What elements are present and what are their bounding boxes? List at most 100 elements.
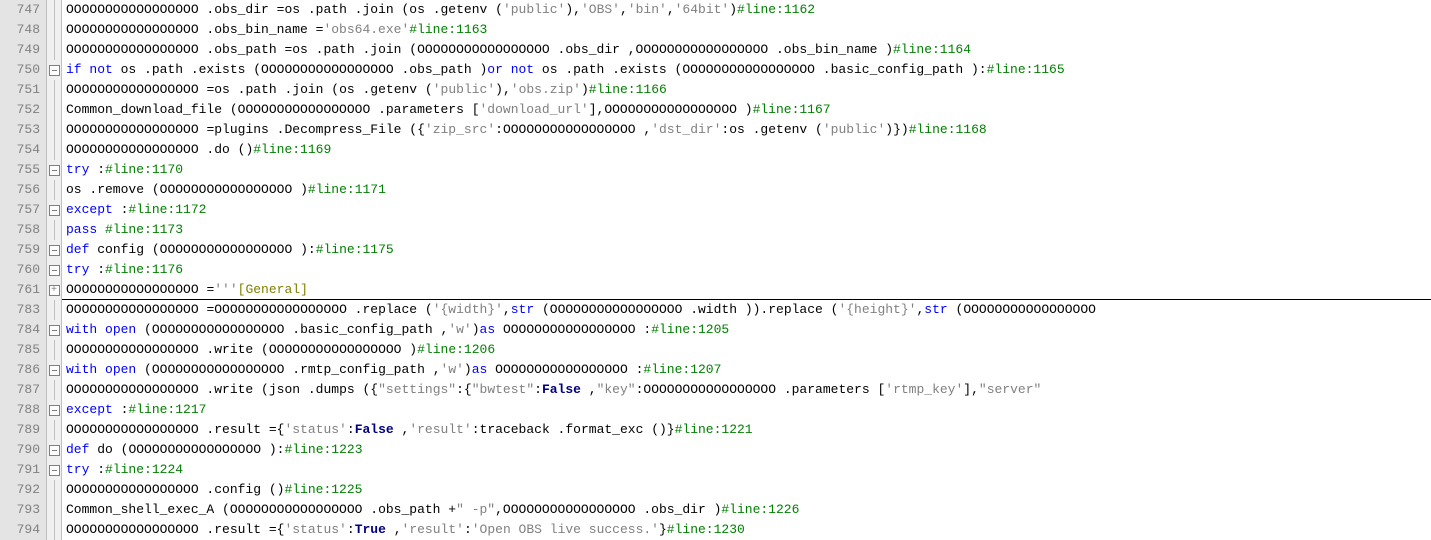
fold-collapse-icon[interactable] bbox=[47, 260, 61, 280]
token-cm: #line:1226 bbox=[721, 502, 799, 517]
token-cm: #line:1223 bbox=[284, 442, 362, 457]
code-area[interactable]: OOOOOOOOOOOOOOOOO .obs_dir =os .path .jo… bbox=[62, 0, 1431, 540]
token-kw: open bbox=[105, 362, 144, 377]
token-op: () bbox=[269, 482, 285, 497]
code-line[interactable]: Common_shell_exec_A (OOOOOOOOOOOOOOOOO .… bbox=[62, 500, 1431, 520]
token-str: 'public' bbox=[823, 122, 885, 137]
code-line[interactable]: OOOOOOOOOOOOOOOOO .result ={'status':Tru… bbox=[62, 520, 1431, 540]
fold-collapse-icon[interactable] bbox=[47, 240, 61, 260]
token-op: () bbox=[238, 142, 254, 157]
fold-collapse-icon[interactable] bbox=[47, 440, 61, 460]
line-number: 783 bbox=[0, 300, 46, 320]
token-op: ) bbox=[472, 322, 480, 337]
fold-collapse-icon[interactable] bbox=[47, 400, 61, 420]
token-id: OOOOOOOOOOOOOOOOO bbox=[66, 122, 206, 137]
code-line[interactable]: pass #line:1173 bbox=[62, 220, 1431, 240]
token-op: : bbox=[97, 262, 105, 277]
token-kw: as bbox=[472, 362, 495, 377]
token-op: ( bbox=[152, 242, 160, 257]
token-str: 'dst_dir' bbox=[651, 122, 721, 137]
token-id: os bbox=[542, 62, 565, 77]
code-line[interactable]: OOOOOOOOOOOOOOOOO .obs_bin_name ='obs64.… bbox=[62, 20, 1431, 40]
code-line[interactable]: OOOOOOOOOOOOOOOOO .config ()#line:1225 bbox=[62, 480, 1431, 500]
fold-collapse-icon[interactable] bbox=[47, 460, 61, 480]
token-kw: open bbox=[105, 322, 144, 337]
token-op: ], bbox=[963, 382, 979, 397]
token-id: os bbox=[66, 182, 89, 197]
fold-collapse-icon[interactable] bbox=[47, 60, 61, 80]
code-line[interactable]: os .remove (OOOOOOOOOOOOOOOOO )#line:117… bbox=[62, 180, 1431, 200]
token-id: OOOOOOOOOOOOOOOOO .write bbox=[66, 382, 261, 397]
code-line[interactable]: Common_download_file (OOOOOOOOOOOOOOOOO … bbox=[62, 100, 1431, 120]
code-line[interactable]: OOOOOOOOOOOOOOOOO =plugins .Decompress_F… bbox=[62, 120, 1431, 140]
token-op: , bbox=[628, 42, 636, 57]
token-kw: try bbox=[66, 162, 97, 177]
fold-guide bbox=[47, 20, 61, 40]
token-kw: except bbox=[66, 202, 121, 217]
code-line[interactable]: try :#line:1176 bbox=[62, 260, 1431, 280]
code-line[interactable]: OOOOOOOOOOOOOOOOO ='''[General] bbox=[62, 280, 1431, 300]
fold-collapse-icon[interactable] bbox=[47, 360, 61, 380]
code-line[interactable]: OOOOOOOOOOOOOOOOO .do ()#line:1169 bbox=[62, 140, 1431, 160]
code-line[interactable]: except :#line:1217 bbox=[62, 400, 1431, 420]
token-kw: str bbox=[511, 302, 542, 317]
token-op: : bbox=[534, 382, 542, 397]
fold-collapse-icon[interactable] bbox=[47, 160, 61, 180]
fold-gutter[interactable] bbox=[47, 0, 62, 540]
code-line[interactable]: OOOOOOOOOOOOOOOOO .write (OOOOOOOOOOOOOO… bbox=[62, 340, 1431, 360]
fold-collapse-icon[interactable] bbox=[47, 320, 61, 340]
code-editor[interactable]: 7477487497507517527537547557567577587597… bbox=[0, 0, 1431, 540]
token-id: os bbox=[292, 42, 315, 57]
line-number-gutter: 7477487497507517527537547557567577587597… bbox=[0, 0, 47, 540]
fold-guide bbox=[47, 380, 61, 400]
token-op: ( bbox=[815, 122, 823, 137]
token-cm: #line:1207 bbox=[643, 362, 721, 377]
code-line[interactable]: with open (OOOOOOOOOOOOOOOOO .rmtp_confi… bbox=[62, 360, 1431, 380]
code-line[interactable]: OOOOOOOOOOOOOOOOO =os .path .join (os .g… bbox=[62, 80, 1431, 100]
token-id: .getenv bbox=[363, 82, 425, 97]
code-line[interactable]: OOOOOOOOOOOOOOOOO =OOOOOOOOOOOOOOOOO .re… bbox=[62, 300, 1431, 320]
code-line[interactable]: def config (OOOOOOOOOOOOOOOOO ):#line:11… bbox=[62, 240, 1431, 260]
token-id: OOOOOOOOOOOOOOOOO .obs_bin_name bbox=[636, 42, 886, 57]
fold-collapse-icon[interactable] bbox=[47, 200, 61, 220]
fold-guide bbox=[47, 420, 61, 440]
token-op: ) bbox=[464, 362, 472, 377]
token-op: ( bbox=[230, 102, 238, 117]
code-line[interactable]: except :#line:1172 bbox=[62, 200, 1431, 220]
token-id: OOOOOOOOOOOOOOOOO .obs_dir bbox=[503, 502, 714, 517]
fold-guide bbox=[47, 80, 61, 100]
token-str: "key" bbox=[597, 382, 636, 397]
token-kw: with bbox=[66, 322, 105, 337]
code-line[interactable]: try :#line:1224 bbox=[62, 460, 1431, 480]
line-number: 760 bbox=[0, 260, 46, 280]
code-line[interactable]: with open (OOOOOOOOOOOOOOOOO .basic_conf… bbox=[62, 320, 1431, 340]
code-line[interactable]: try :#line:1170 bbox=[62, 160, 1431, 180]
token-id: OOOOOOOOOOOOOOOOO bbox=[160, 182, 300, 197]
code-line[interactable]: OOOOOOOOOOOOOOOOO .obs_path =os .path .j… bbox=[62, 40, 1431, 60]
code-line[interactable]: OOOOOOOOOOOOOOOOO .obs_dir =os .path .jo… bbox=[62, 0, 1431, 20]
token-id: OOOOOOOOOOOOOOOOO bbox=[604, 102, 744, 117]
token-op: : bbox=[347, 422, 355, 437]
code-line[interactable]: def do (OOOOOOOOOOOOOOOOO ):#line:1223 bbox=[62, 440, 1431, 460]
token-id: OOOOOOOOOOOOOOOOO .obs_path bbox=[261, 62, 479, 77]
token-id: OOOOOOOOOOOOOOOOO bbox=[269, 342, 409, 357]
token-str: 'status' bbox=[284, 522, 346, 537]
line-number: 761 bbox=[0, 280, 46, 300]
token-op: ( bbox=[425, 302, 433, 317]
line-number: 755 bbox=[0, 160, 46, 180]
token-str: 'result' bbox=[402, 522, 464, 537]
code-line[interactable]: OOOOOOOOOOOOOOOOO .write (json .dumps ({… bbox=[62, 380, 1431, 400]
code-line[interactable]: OOOOOOOOOOOOOOOOO .result ={'status':Fal… bbox=[62, 420, 1431, 440]
token-cm: #line:1205 bbox=[651, 322, 729, 337]
token-str: 'obs64.exe' bbox=[323, 22, 409, 37]
token-bool: False bbox=[355, 422, 402, 437]
line-number: 792 bbox=[0, 480, 46, 500]
fold-guide bbox=[47, 520, 61, 540]
token-bool: False bbox=[542, 382, 589, 397]
token-op: ({ bbox=[409, 122, 425, 137]
fold-expand-icon[interactable] bbox=[47, 280, 61, 300]
code-line[interactable]: if not os .path .exists (OOOOOOOOOOOOOOO… bbox=[62, 60, 1431, 80]
token-id: Common_shell_exec_A bbox=[66, 502, 222, 517]
token-op: ( bbox=[425, 82, 433, 97]
token-op: : bbox=[472, 422, 480, 437]
